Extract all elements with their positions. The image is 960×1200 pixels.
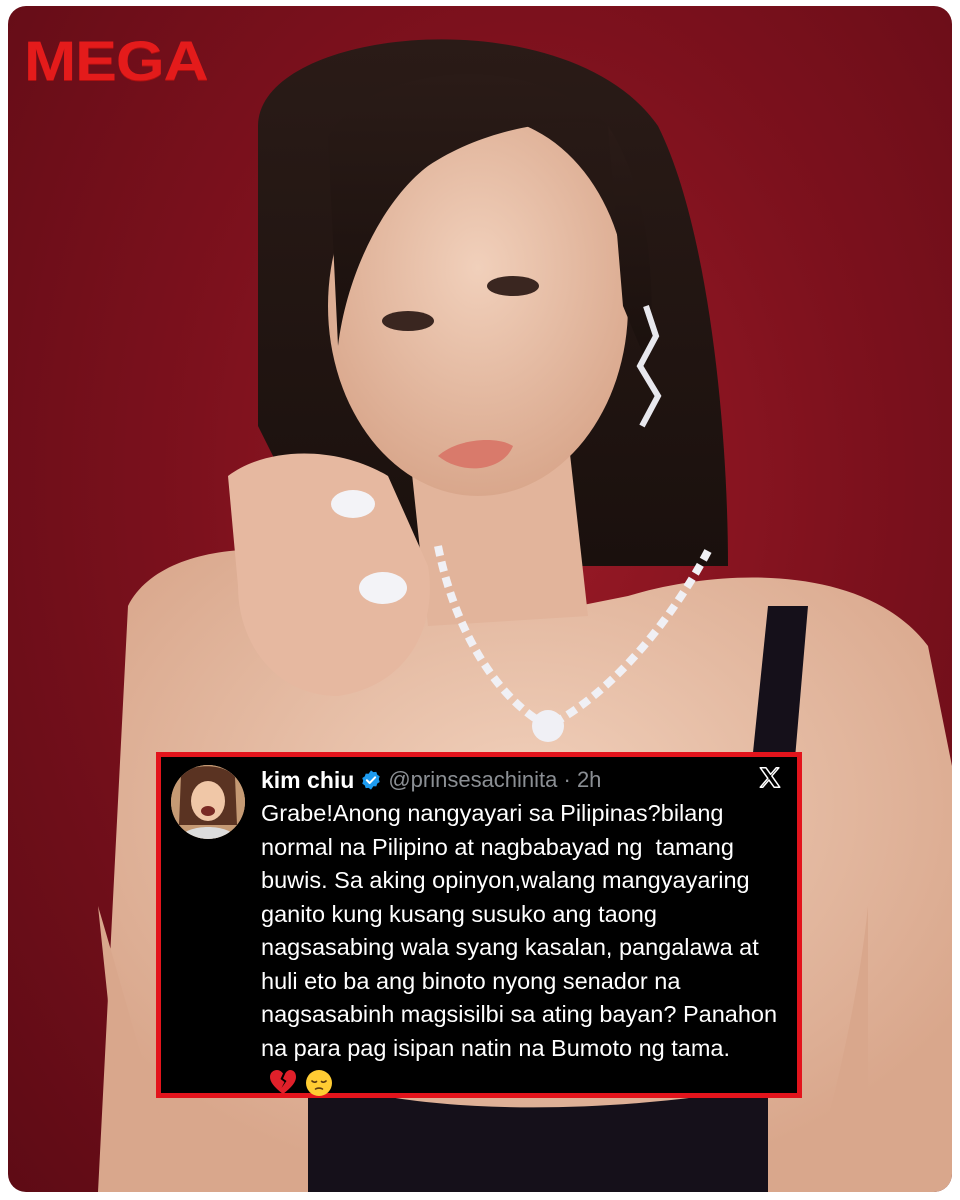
- tweet-body: Grabe!Anong nangyayari sa Pilipinas?bila…: [261, 800, 784, 1061]
- broken-heart-icon: [270, 1069, 296, 1094]
- emoji-row: [269, 1069, 333, 1097]
- display-name[interactable]: kim chiu: [261, 767, 354, 794]
- x-logo-icon[interactable]: [757, 765, 783, 791]
- verified-badge-icon: [362, 770, 381, 790]
- mega-logo: MEGA: [24, 29, 209, 92]
- tweet-text: Grabe!Anong nangyayari sa Pilipinas?bila…: [261, 797, 791, 1099]
- post-image: MEGA kim chiu @prinsesachinita · 2h Grab…: [8, 6, 952, 1192]
- handle-and-timestamp[interactable]: @prinsesachinita · 2h: [388, 767, 601, 793]
- tweet-card: kim chiu @prinsesachinita · 2h Grabe!Ano…: [156, 752, 802, 1098]
- tweet-header: kim chiu @prinsesachinita · 2h: [261, 765, 601, 795]
- avatar[interactable]: [171, 765, 245, 839]
- pensive-face-icon: [306, 1069, 332, 1096]
